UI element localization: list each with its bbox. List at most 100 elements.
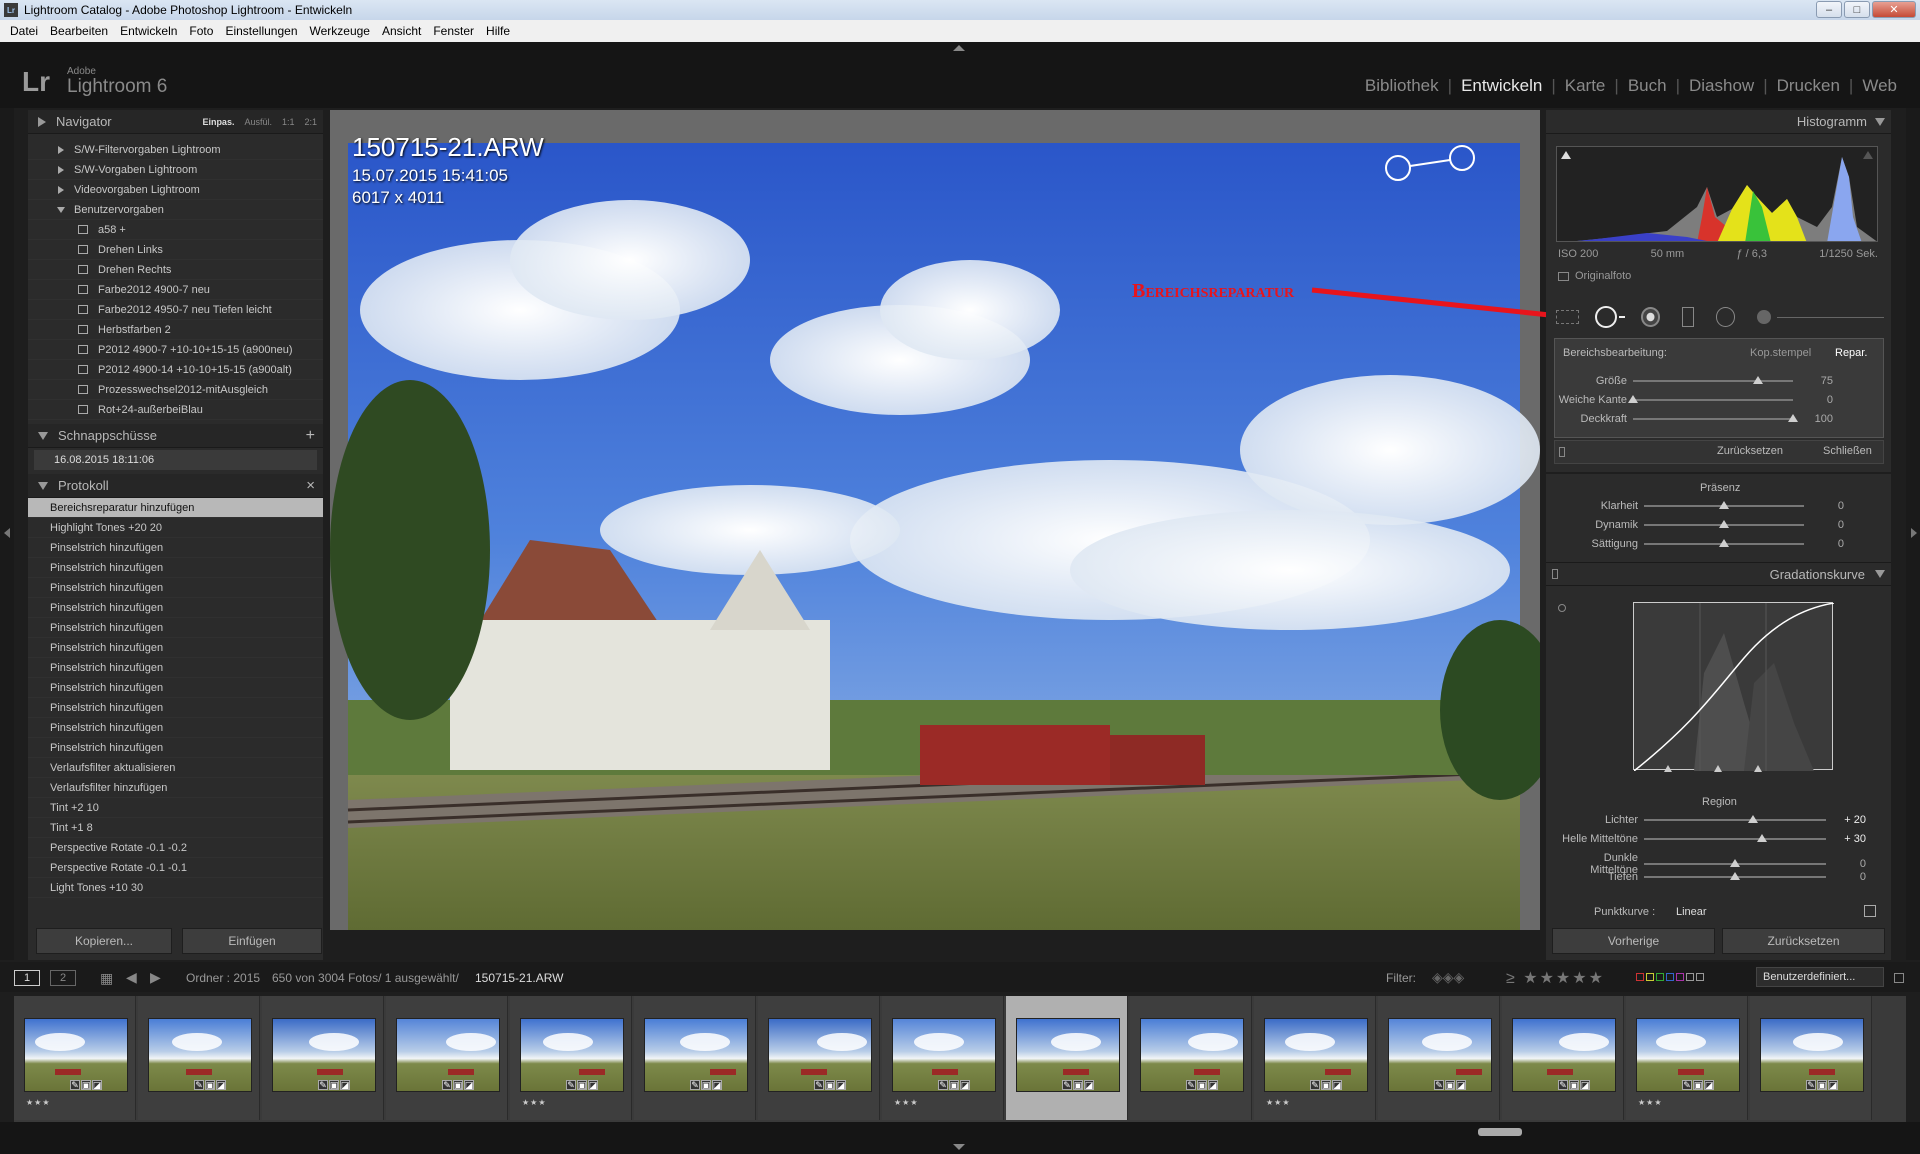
previous-button[interactable]: Vorherige: [1552, 928, 1715, 954]
preset-item[interactable]: Drehen Rechts: [28, 260, 323, 280]
preset-item[interactable]: Herbstfarben 2: [28, 320, 323, 340]
photo-canvas[interactable]: [330, 110, 1540, 930]
highlight-clipping-icon[interactable]: [1863, 151, 1873, 159]
filmstrip-thumbnail[interactable]: ✎ ▣ ◪ ★★★: [882, 996, 1004, 1120]
histogram-header[interactable]: Histogramm: [1546, 110, 1891, 134]
tone-curve-graph[interactable]: [1633, 602, 1835, 772]
history-step[interactable]: Tint +1 8: [28, 818, 323, 838]
history-step[interactable]: Bereichsreparatur hinzufügen: [28, 498, 323, 518]
add-snapshot-button[interactable]: +: [306, 427, 315, 445]
tone-curve-header[interactable]: Gradationskurve: [1546, 562, 1891, 586]
filmstrip-thumbnail[interactable]: ✎ ▣ ◪: [262, 996, 384, 1120]
slider-value[interactable]: 0: [1826, 871, 1866, 883]
filmstrip-thumbnail[interactable]: ✎ ▣ ◪ ★★★: [1254, 996, 1376, 1120]
history-step[interactable]: Pinselstrich hinzufügen: [28, 638, 323, 658]
back-arrow-icon[interactable]: ◀: [126, 969, 137, 986]
slider-value[interactable]: + 20: [1826, 814, 1866, 826]
history-header[interactable]: Protokoll ×: [28, 474, 323, 498]
forward-arrow-icon[interactable]: ▶: [150, 969, 161, 986]
filmstrip-thumbnail[interactable]: ✎ ▣ ◪: [386, 996, 508, 1120]
left-panel-edge[interactable]: [0, 108, 14, 960]
slider-track[interactable]: [1633, 414, 1798, 422]
preset-item[interactable]: Prozesswechsel2012-mitAusgleich: [28, 380, 323, 400]
zoom-1-1[interactable]: 1:1: [282, 117, 295, 127]
spot-removal-tool-icon[interactable]: [1595, 306, 1617, 328]
menu-foto[interactable]: Foto: [183, 24, 219, 38]
primary-window-button[interactable]: 1: [14, 970, 40, 986]
menu-datei[interactable]: Datei: [4, 24, 44, 38]
snapshots-header[interactable]: Schnappschüsse +: [28, 424, 323, 448]
filmstrip-thumbnail[interactable]: ✎ ▣ ◪: [1378, 996, 1500, 1120]
adjustment-brush-icon[interactable]: [1757, 310, 1772, 324]
slider-value[interactable]: + 30: [1826, 833, 1866, 845]
close-button[interactable]: ✕: [1872, 1, 1916, 18]
collapse-top-panel-icon[interactable]: [953, 45, 965, 51]
filmstrip-thumbnail[interactable]: ✎ ▣ ◪: [1750, 996, 1872, 1120]
menu-einstellungen[interactable]: Einstellungen: [219, 24, 303, 38]
flag-filter-icon[interactable]: ◈◈◈: [1432, 969, 1464, 986]
preset-item[interactable]: Farbe2012 4900-7 neu: [28, 280, 323, 300]
shadow-clipping-icon[interactable]: [1561, 151, 1571, 159]
rating-filter-icon[interactable]: ≥ ★★★★★: [1506, 968, 1605, 988]
histogram-chart[interactable]: [1556, 146, 1878, 242]
copy-settings-button[interactable]: Kopieren...: [36, 928, 172, 954]
right-panel-edge[interactable]: [1906, 108, 1920, 960]
slider-value[interactable]: 75: [1793, 375, 1833, 387]
module-diashow[interactable]: Diashow: [1680, 76, 1763, 96]
slider-value[interactable]: 0: [1826, 858, 1866, 870]
preset-item[interactable]: Rot+24-außerbeiBlau: [28, 400, 323, 420]
clear-history-button[interactable]: ×: [306, 477, 315, 494]
history-step[interactable]: Pinselstrich hinzufügen: [28, 678, 323, 698]
zoom-fit[interactable]: Einpas.: [202, 117, 234, 127]
slider-thumb[interactable]: [1752, 376, 1763, 384]
slider-track[interactable]: [1644, 834, 1826, 842]
grid-icon[interactable]: ▦: [100, 970, 113, 987]
module-entwickeln[interactable]: Entwickeln: [1452, 76, 1551, 96]
menu-hilfe[interactable]: Hilfe: [480, 24, 516, 38]
crop-tool-icon[interactable]: [1556, 310, 1580, 324]
filmstrip-thumbnail[interactable]: ✎ ▣ ◪: [138, 996, 260, 1120]
preset-folder[interactable]: Benutzervorgaben: [28, 200, 323, 220]
slider-value[interactable]: 0: [1804, 500, 1844, 512]
menu-ansicht[interactable]: Ansicht: [376, 24, 427, 38]
preset-item[interactable]: a58 +: [28, 220, 323, 240]
slider-track[interactable]: [1644, 859, 1826, 867]
preset-folder[interactable]: S/W-Vorgaben Lightroom: [28, 160, 323, 180]
slider-thumb[interactable]: [1719, 539, 1729, 547]
snapshot-item[interactable]: 16.08.2015 18:11:06: [34, 450, 317, 470]
filmstrip-thumbnail[interactable]: ✎ ▣ ◪: [1006, 996, 1128, 1120]
history-step[interactable]: Tint +2 10: [28, 798, 323, 818]
filter-lock-icon[interactable]: [1894, 973, 1904, 983]
filter-preset-select[interactable]: Benutzerdefiniert...: [1756, 967, 1884, 987]
menu-werkzeuge[interactable]: Werkzeuge: [304, 24, 376, 38]
paste-settings-button[interactable]: Einfügen: [182, 928, 322, 954]
filmstrip-scrollbar[interactable]: [1478, 1128, 1522, 1136]
radial-filter-icon[interactable]: [1715, 307, 1736, 327]
module-web[interactable]: Web: [1853, 76, 1906, 96]
zoom-2-1[interactable]: 2:1: [304, 117, 317, 127]
maximize-button[interactable]: □: [1844, 1, 1870, 18]
filmstrip-thumbnail[interactable]: ✎ ▣ ◪ ★★★: [1626, 996, 1748, 1120]
history-step[interactable]: Pinselstrich hinzufügen: [28, 718, 323, 738]
module-buch[interactable]: Buch: [1619, 76, 1676, 96]
image-view[interactable]: 150715-21.ARW 15.07.2015 15:41:05 6017 x…: [330, 110, 1540, 930]
filmstrip-thumbnail[interactable]: ✎ ▣ ◪ ★★★: [14, 996, 136, 1120]
spot-reset-button[interactable]: Zurücksetzen: [1717, 445, 1783, 457]
slider-thumb[interactable]: [1730, 872, 1740, 880]
spot-toggle-icon[interactable]: [1559, 447, 1565, 457]
slider-thumb[interactable]: [1788, 414, 1798, 422]
original-photo-toggle[interactable]: Originalfoto: [1558, 270, 1631, 282]
preset-item[interactable]: Farbe2012 4950-7 neu Tiefen leicht: [28, 300, 323, 320]
reset-all-button[interactable]: Zurücksetzen: [1722, 928, 1885, 954]
preset-folder[interactable]: Videovorgaben Lightroom: [28, 180, 323, 200]
slider-track[interactable]: [1633, 376, 1793, 384]
color-label-filter[interactable]: [1636, 973, 1704, 981]
history-step[interactable]: Perspective Rotate -0.1 -0.1: [28, 858, 323, 878]
menu-fenster[interactable]: Fenster: [427, 24, 480, 38]
history-step[interactable]: Light Tones +10 30: [28, 878, 323, 898]
current-file[interactable]: 150715-21.ARW: [475, 971, 564, 985]
history-step[interactable]: Pinselstrich hinzufügen: [28, 618, 323, 638]
history-step[interactable]: Pinselstrich hinzufügen: [28, 738, 323, 758]
module-bibliothek[interactable]: Bibliothek: [1356, 76, 1448, 96]
history-step[interactable]: Pinselstrich hinzufügen: [28, 698, 323, 718]
